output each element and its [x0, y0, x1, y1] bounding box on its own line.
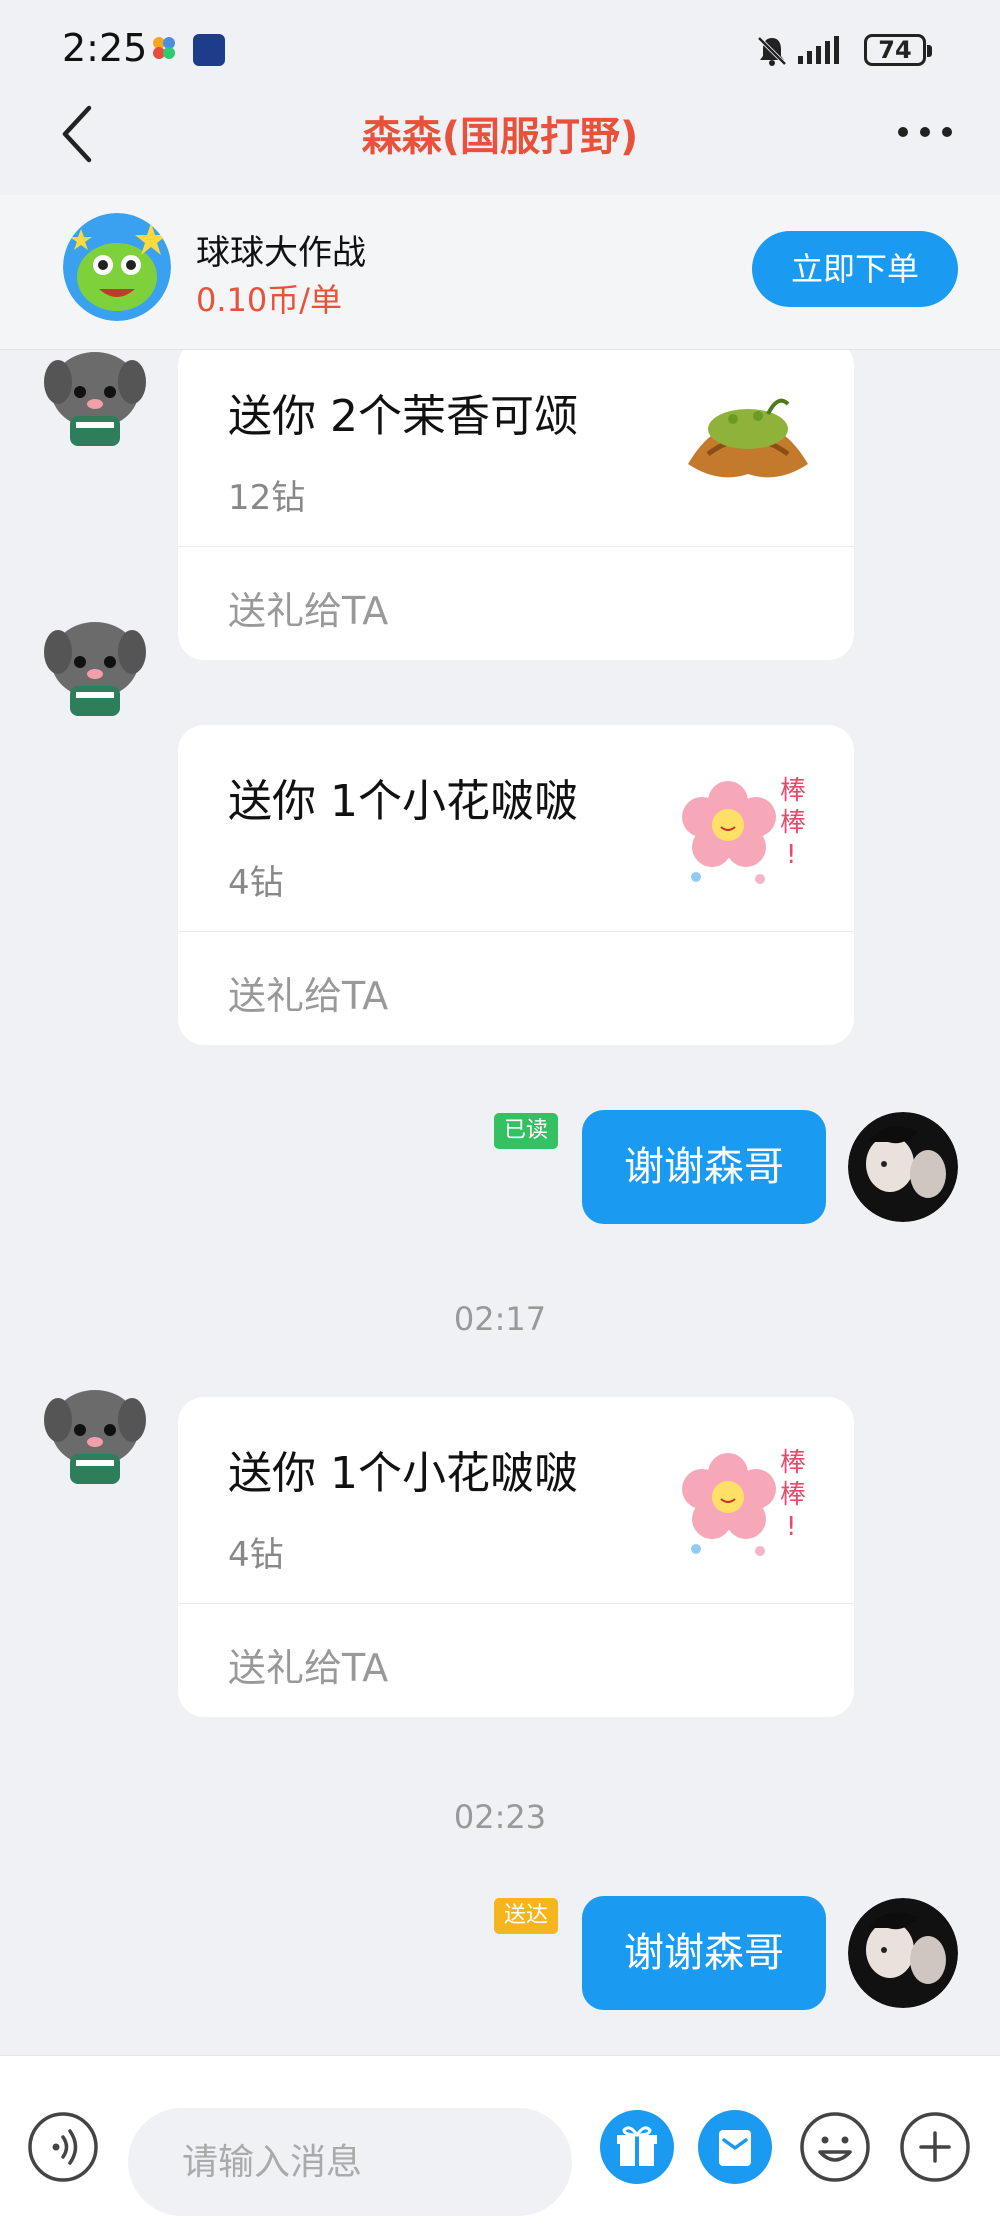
- app-icon: [193, 34, 225, 66]
- game-name: 球球大作战: [196, 233, 366, 273]
- divider: [178, 546, 854, 547]
- nav-bar: 森森(国服打野): [0, 100, 1000, 195]
- timestamp: 02:17: [453, 1300, 547, 1338]
- svg-text:!: !: [786, 840, 796, 870]
- svg-text:棒: 棒: [780, 776, 806, 806]
- divider: [178, 1603, 854, 1604]
- svg-text:棒: 棒: [780, 1448, 806, 1478]
- svg-text:!: !: [786, 1512, 796, 1542]
- more-dots-icon[interactable]: [895, 120, 955, 144]
- timestamp: 02:23: [453, 1798, 547, 1836]
- gift-icon[interactable]: [600, 2110, 674, 2184]
- gift-card: 送你 1个小花啵啵 4钻 棒 棒 ! 送礼给TA: [178, 1397, 854, 1717]
- sent-status-badge: 送达: [494, 1898, 559, 1934]
- plus-icon[interactable]: [898, 2110, 972, 2184]
- game-price: 0.10币/单: [196, 281, 343, 319]
- status-time: 2:25: [62, 26, 148, 70]
- avatar[interactable]: [848, 1112, 958, 1222]
- chat-area[interactable]: 送你 2个茉香可颂 12钻 送礼给TA 送你 1个小花啵啵 4钻 棒 棒 ! 送…: [0, 350, 1000, 2055]
- app-icon: [150, 34, 178, 62]
- gift-price: 12钻: [228, 478, 306, 518]
- order-icon[interactable]: [698, 2110, 772, 2184]
- emoji-icon[interactable]: [798, 2110, 872, 2184]
- divider: [178, 931, 854, 932]
- order-now-button[interactable]: 立即下单: [752, 231, 958, 307]
- avatar[interactable]: [848, 1898, 958, 2008]
- flower-icon: 棒 棒 !: [678, 1431, 818, 1571]
- avatar[interactable]: [40, 612, 150, 722]
- message-input[interactable]: [128, 2108, 572, 2216]
- message-bubble[interactable]: 谢谢森哥: [582, 1110, 826, 1224]
- read-status-badge: 已读: [494, 1113, 559, 1149]
- gift-title: 送你 1个小花啵啵: [228, 1448, 578, 1499]
- gift-card: 送你 1个小花啵啵 4钻 棒 棒 ! 送礼给TA: [178, 725, 854, 1045]
- send-gift-link[interactable]: 送礼给TA: [228, 965, 388, 1020]
- signal-icon: [796, 34, 852, 66]
- input-bar: [0, 2055, 1000, 2225]
- status-bar: 2:25 74: [0, 0, 1000, 100]
- battery-icon: 74: [864, 34, 932, 66]
- send-gift-link[interactable]: 送礼给TA: [228, 580, 388, 635]
- gift-title: 送你 2个茉香可颂: [228, 391, 578, 442]
- send-gift-link[interactable]: 送礼给TA: [228, 1637, 388, 1692]
- page-title: 森森(国服打野): [361, 114, 639, 160]
- avatar[interactable]: [40, 1380, 150, 1490]
- flower-icon: 棒 棒 !: [678, 759, 818, 899]
- message-bubble[interactable]: 谢谢森哥: [582, 1896, 826, 2010]
- gift-card: 送你 2个茉香可颂 12钻 送礼给TA: [178, 350, 854, 660]
- bell-muted-icon: [755, 34, 789, 68]
- svg-text:棒: 棒: [780, 808, 806, 838]
- voice-icon[interactable]: [26, 2110, 100, 2184]
- order-card: 球球大作战 0.10币/单 立即下单: [0, 195, 1000, 350]
- croissant-icon: [678, 374, 818, 514]
- gift-price: 4钻: [228, 1535, 284, 1575]
- gift-title: 送你 1个小花啵啵: [228, 776, 578, 827]
- gift-price: 4钻: [228, 863, 284, 903]
- avatar[interactable]: [40, 350, 150, 452]
- game-icon: [63, 213, 171, 321]
- svg-text:棒: 棒: [780, 1480, 806, 1510]
